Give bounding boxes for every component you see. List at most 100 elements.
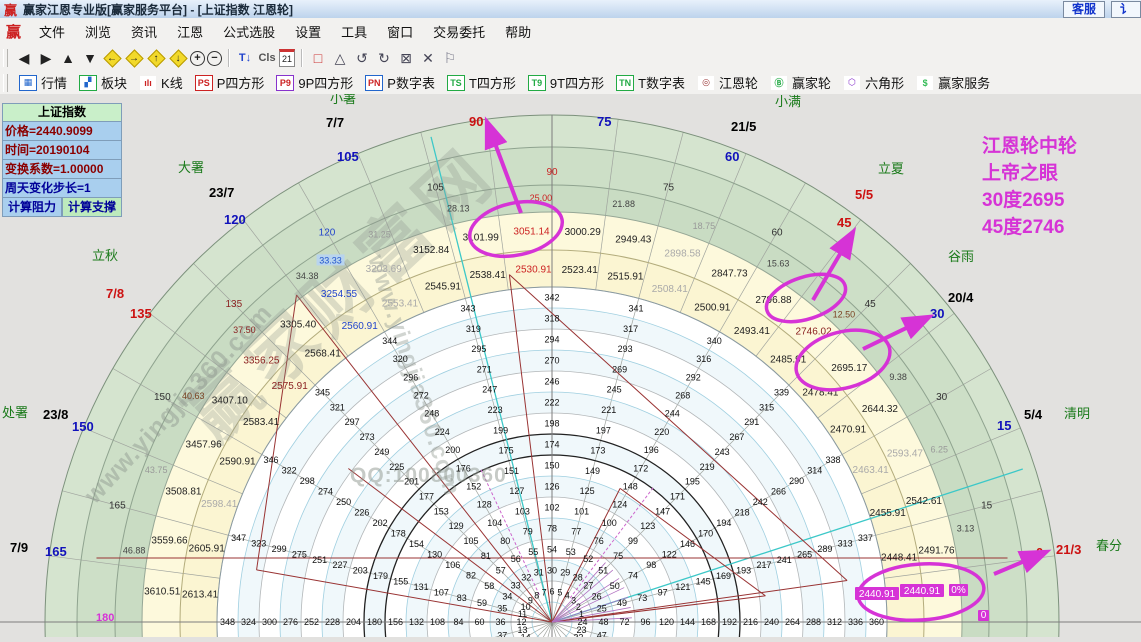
svg-text:243: 243 [715,447,730,457]
svg-text:135: 135 [225,299,242,310]
svg-text:QQ:100800360: QQ:100800360 [350,464,507,487]
svg-text:53: 53 [566,547,576,557]
svg-text:200: 200 [445,445,460,455]
menu-浏览[interactable]: 浏览 [75,18,121,45]
svg-text:348: 348 [220,617,235,627]
svg-text:176: 176 [456,463,471,473]
svg-text:5/4: 5/4 [1024,407,1043,422]
clipped-button[interactable]: 讠 [1111,1,1141,18]
svg-text:128: 128 [477,500,492,510]
p-square-icon: PS [195,75,213,91]
svg-text:小满: 小满 [775,94,801,109]
pointer-down-icon[interactable]: ▼ [80,48,100,68]
flag-tool-icon[interactable]: ⚐ [440,48,460,68]
svg-text:170: 170 [698,528,713,538]
menu-设置[interactable]: 设置 [285,18,331,45]
cls-icon[interactable]: Cls [257,48,277,68]
view-hexagon[interactable]: ⬡六角形 [843,73,904,92]
view-9t-square[interactable]: T99T四方形 [528,73,604,92]
svg-text:23/8: 23/8 [43,407,68,422]
menu-江恩[interactable]: 江恩 [167,18,213,45]
param-row: 时间=20190104 [2,141,122,160]
svg-text:130: 130 [427,549,442,559]
menu-文件[interactable]: 文件 [29,18,75,45]
pan-down-icon[interactable]: ↓ [168,48,188,68]
svg-text:2500.91: 2500.91 [694,303,731,314]
svg-text:347: 347 [231,533,246,543]
view-gann-wheel[interactable]: ◎江恩轮 [697,73,758,92]
svg-text:82: 82 [466,570,476,580]
rect-tool-icon[interactable]: □ [308,48,328,68]
svg-text:225: 225 [389,462,404,472]
svg-text:30: 30 [930,306,944,321]
svg-text:7: 7 [542,588,547,598]
view-winner-wheel[interactable]: Ⓑ赢家轮 [770,73,831,92]
menu-交易委托[interactable]: 交易委托 [423,18,495,45]
svg-text:3305.40: 3305.40 [280,320,317,331]
svg-text:274: 274 [318,486,333,496]
toolbar-separator [301,49,302,67]
svg-text:90: 90 [469,114,483,129]
menu-工具[interactable]: 工具 [331,18,377,45]
gann-wheel-chart[interactable]: 赢家财富网www.yingjia360.comwww.yingjia360.co… [0,94,1141,642]
pan-right-icon[interactable]: → [124,48,144,68]
svg-text:266: 266 [771,486,786,496]
chart-client-area: 上证指数 价格=2440.9099时间=20190104变换系数=1.00000… [0,94,1141,637]
svg-text:202: 202 [373,518,388,528]
calc-resistance-button[interactable]: 计算阻力 [2,198,62,217]
zoom-in-icon[interactable]: + [190,51,205,66]
svg-text:2949.43: 2949.43 [615,235,652,246]
svg-text:165: 165 [109,501,126,512]
view-p-square[interactable]: PSP四方形 [195,73,265,92]
svg-text:处署: 处署 [2,405,28,420]
svg-text:201: 201 [404,477,419,487]
pan-left-icon[interactable]: ← [102,48,122,68]
page-right-icon[interactable]: ▶ [36,48,56,68]
rotate-cw-icon[interactable]: ↻ [374,48,394,68]
svg-text:60: 60 [771,227,783,238]
svg-text:101: 101 [574,506,589,516]
svg-text:296: 296 [403,372,418,382]
svg-text:3000.29: 3000.29 [565,227,602,238]
view-kline[interactable]: ılıK线 [139,73,183,92]
svg-text:153: 153 [434,506,449,516]
view-t-square[interactable]: TST四方形 [447,73,516,92]
customer-service-button[interactable]: 客服 [1063,1,1105,18]
view-quotes[interactable]: ▦行情 [19,73,67,92]
svg-text:80: 80 [500,536,510,546]
price-scale-icon[interactable]: T↓ [235,48,255,68]
svg-text:179: 179 [373,571,388,581]
svg-text:204: 204 [346,617,361,627]
pan-up-icon[interactable]: ↑ [146,48,166,68]
view-9p-square[interactable]: P99P四方形 [276,73,353,92]
svg-text:193: 193 [736,566,751,576]
menu-公式选股[interactable]: 公式选股 [213,18,285,45]
svg-text:37: 37 [497,630,507,637]
collapse-tool-icon[interactable]: ✕ [418,48,438,68]
zoom-out-icon[interactable]: − [207,51,222,66]
view-sectors[interactable]: ▞板块 [79,73,127,92]
svg-text:299: 299 [272,544,287,554]
svg-text:127: 127 [509,486,524,496]
svg-text:上帝之眼: 上帝之眼 [982,161,1058,184]
clear-box-icon[interactable]: ⊠ [396,48,416,68]
svg-text:289: 289 [817,544,832,554]
menu-资讯[interactable]: 资讯 [121,18,167,45]
param-row: 周天变化步长=1 [2,179,122,198]
menu-帮助[interactable]: 帮助 [495,18,541,45]
triangle-tool-icon[interactable]: △ [330,48,350,68]
menu-窗口[interactable]: 窗口 [377,18,423,45]
svg-text:315: 315 [759,402,774,412]
view-winner-service[interactable]: $赢家服务 [916,73,990,92]
rotate-ccw-icon[interactable]: ↺ [352,48,372,68]
svg-text:172: 172 [633,463,648,473]
pointer-up-icon[interactable]: ▲ [58,48,78,68]
view-t-table[interactable]: TNT数字表 [616,73,685,92]
view-p-table[interactable]: PNP数字表 [365,73,435,92]
svg-text:0%: 0% [951,585,966,596]
page-left-icon[interactable]: ◀ [14,48,34,68]
svg-text:51: 51 [598,566,608,576]
calc-support-button[interactable]: 计算支撑 [62,198,122,217]
calendar-icon[interactable]: 21 [279,49,295,67]
svg-text:18.75: 18.75 [693,221,716,231]
